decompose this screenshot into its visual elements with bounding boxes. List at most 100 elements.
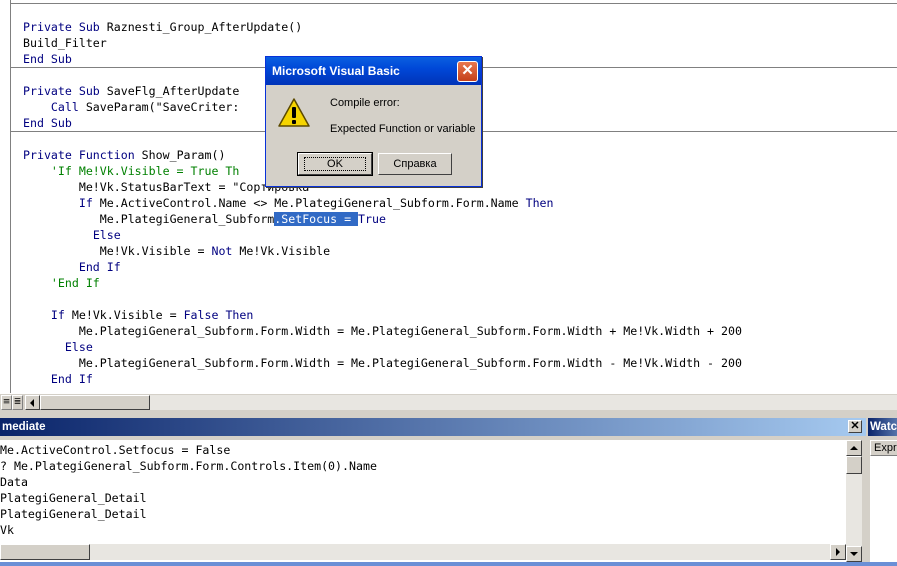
scroll-up-button[interactable] bbox=[846, 440, 862, 456]
code-token: Private Sub bbox=[23, 20, 107, 34]
selected-text: .SetFocus = bbox=[274, 212, 359, 226]
code-margin bbox=[0, 0, 11, 393]
code-token: Then bbox=[525, 196, 554, 210]
warning-icon bbox=[278, 98, 310, 127]
help-button[interactable]: Справка bbox=[378, 153, 452, 175]
full-module-view-icon: ≣ bbox=[13, 397, 22, 407]
immediate-line: Data bbox=[0, 475, 28, 489]
code-token: If bbox=[50, 308, 72, 322]
code-token: SaveFlg_AfterUpdate bbox=[106, 84, 240, 98]
code-token: Me.PlategiGeneral_Subform bbox=[23, 212, 275, 226]
code-line: Private Sub SaveFlg_AfterUpdate bbox=[23, 83, 239, 99]
code-token: True bbox=[358, 212, 386, 226]
code-token: 'End If bbox=[23, 276, 100, 290]
code-line: Private Function Show_Param() bbox=[23, 147, 225, 163]
scroll-left-button[interactable] bbox=[25, 395, 40, 410]
close-icon: ✕ bbox=[461, 62, 474, 79]
dialog-title: Microsoft Visual Basic bbox=[272, 64, 400, 78]
code-token: Else bbox=[64, 340, 93, 354]
code-token: Me.ActiveControl.Name <> Me.PlategiGener… bbox=[99, 196, 526, 210]
window-bottom-edge bbox=[0, 562, 897, 566]
immediate-title: mediate bbox=[2, 421, 46, 433]
watches-list[interactable] bbox=[870, 456, 897, 562]
scroll-right-button[interactable] bbox=[830, 544, 846, 560]
code-token: Me!Vk.Visible bbox=[239, 244, 331, 258]
dialog-title-bar[interactable]: Microsoft Visual Basic ✕ bbox=[266, 57, 481, 85]
code-token: Me!Vk.Visible = bbox=[23, 244, 212, 258]
immediate-line: PlategiGeneral_Detail bbox=[0, 507, 147, 521]
ok-button[interactable]: OK bbox=[297, 152, 373, 176]
close-icon: ✕ bbox=[850, 420, 860, 432]
code-token: Show_Param() bbox=[141, 148, 226, 162]
code-line: End Sub bbox=[23, 51, 72, 67]
procedure-view-button[interactable]: ≡ bbox=[1, 395, 12, 410]
code-token: End Sub bbox=[23, 52, 72, 66]
watches-column-header[interactable]: Expr bbox=[870, 440, 897, 456]
code-token: Private Function bbox=[23, 148, 142, 162]
code-line: 'End If bbox=[23, 275, 100, 291]
code-line: Private Sub Raznesti_Group_AfterUpdate() bbox=[23, 19, 302, 35]
scroll-down-button[interactable] bbox=[846, 546, 862, 562]
code-token: Me.PlategiGeneral_Subform.Form.Width = M… bbox=[23, 356, 742, 370]
horizontal-scrollbar[interactable] bbox=[150, 395, 897, 410]
code-token: Private Sub bbox=[23, 84, 107, 98]
code-token: Else bbox=[92, 228, 121, 242]
expression-column-label: Expr bbox=[874, 442, 897, 454]
code-token: End If bbox=[50, 372, 93, 386]
watches-window: Watc Expr bbox=[868, 418, 897, 566]
immediate-vertical-scrollbar[interactable] bbox=[846, 440, 862, 562]
code-token: Raznesti_Group_AfterUpdate() bbox=[106, 20, 303, 34]
immediate-horizontal-scrollbar[interactable] bbox=[0, 544, 846, 560]
code-token: End If bbox=[78, 260, 121, 274]
immediate-close-button[interactable]: ✕ bbox=[848, 420, 862, 433]
code-line: End If bbox=[23, 259, 121, 275]
horizontal-scroll-thumb[interactable] bbox=[0, 544, 90, 560]
immediate-line: ? Me.PlategiGeneral_Subform.Form.Control… bbox=[0, 459, 377, 473]
code-token: End Sub bbox=[23, 116, 72, 130]
code-line: Me!Vk.Visible = Not Me!Vk.Visible bbox=[23, 243, 330, 259]
procedure-separator bbox=[11, 3, 897, 4]
full-module-view-button[interactable]: ≣ bbox=[12, 395, 23, 410]
immediate-line: Me.ActiveControl.Setfocus = False bbox=[0, 443, 231, 457]
error-message: Expected Function or variable bbox=[330, 123, 476, 135]
code-token: Build_Filter bbox=[23, 36, 107, 50]
code-line: 'If Me!Vk.Visible = True Th bbox=[23, 163, 239, 179]
code-line: Build_Filter bbox=[23, 35, 107, 51]
code-token: SaveParam("SaveCriter: bbox=[85, 100, 240, 114]
editor-status-strip: ≡ ≣ bbox=[0, 393, 897, 410]
watches-title-bar[interactable]: Watc bbox=[868, 418, 897, 436]
immediate-title-bar[interactable]: mediate ✕ bbox=[0, 418, 866, 436]
code-line: End Sub bbox=[23, 115, 72, 131]
code-line: If Me.ActiveControl.Name <> Me.PlategiGe… bbox=[23, 195, 554, 211]
immediate-line: Vk bbox=[0, 523, 14, 537]
horizontal-scroll-thumb[interactable] bbox=[40, 395, 150, 410]
code-line: Me.PlategiGeneral_Subform.Form.Width = M… bbox=[23, 323, 742, 339]
code-token: If bbox=[78, 196, 100, 210]
code-token: False Then bbox=[183, 308, 254, 322]
code-line: End If bbox=[23, 371, 93, 387]
procedure-view-icon: ≡ bbox=[2, 397, 11, 407]
compile-error-dialog: Microsoft Visual Basic ✕ Compile error: … bbox=[265, 56, 482, 187]
code-line: Else bbox=[23, 227, 121, 243]
code-token: 'If Me!Vk.Visible = True Th bbox=[23, 164, 240, 178]
code-token: Call bbox=[50, 100, 86, 114]
ok-button-label: OK bbox=[304, 157, 366, 171]
immediate-line: PlategiGeneral_Detail bbox=[0, 491, 147, 505]
error-title: Compile error: bbox=[330, 97, 400, 109]
code-line: Call SaveParam("SaveCriter: bbox=[23, 99, 239, 115]
code-token: Not bbox=[211, 244, 240, 258]
vertical-scroll-thumb[interactable] bbox=[846, 456, 862, 474]
code-token: Me.PlategiGeneral_Subform.Form.Width = M… bbox=[23, 324, 742, 338]
code-token: Me!Vk.Visible = bbox=[71, 308, 184, 322]
code-line: Me.PlategiGeneral_Subform.Form.Width = M… bbox=[23, 355, 742, 371]
immediate-window: mediate ✕ Me.ActiveControl.Setfocus = Fa… bbox=[0, 418, 866, 566]
dialog-close-button[interactable]: ✕ bbox=[457, 61, 478, 82]
watches-title: Watc bbox=[870, 421, 897, 433]
